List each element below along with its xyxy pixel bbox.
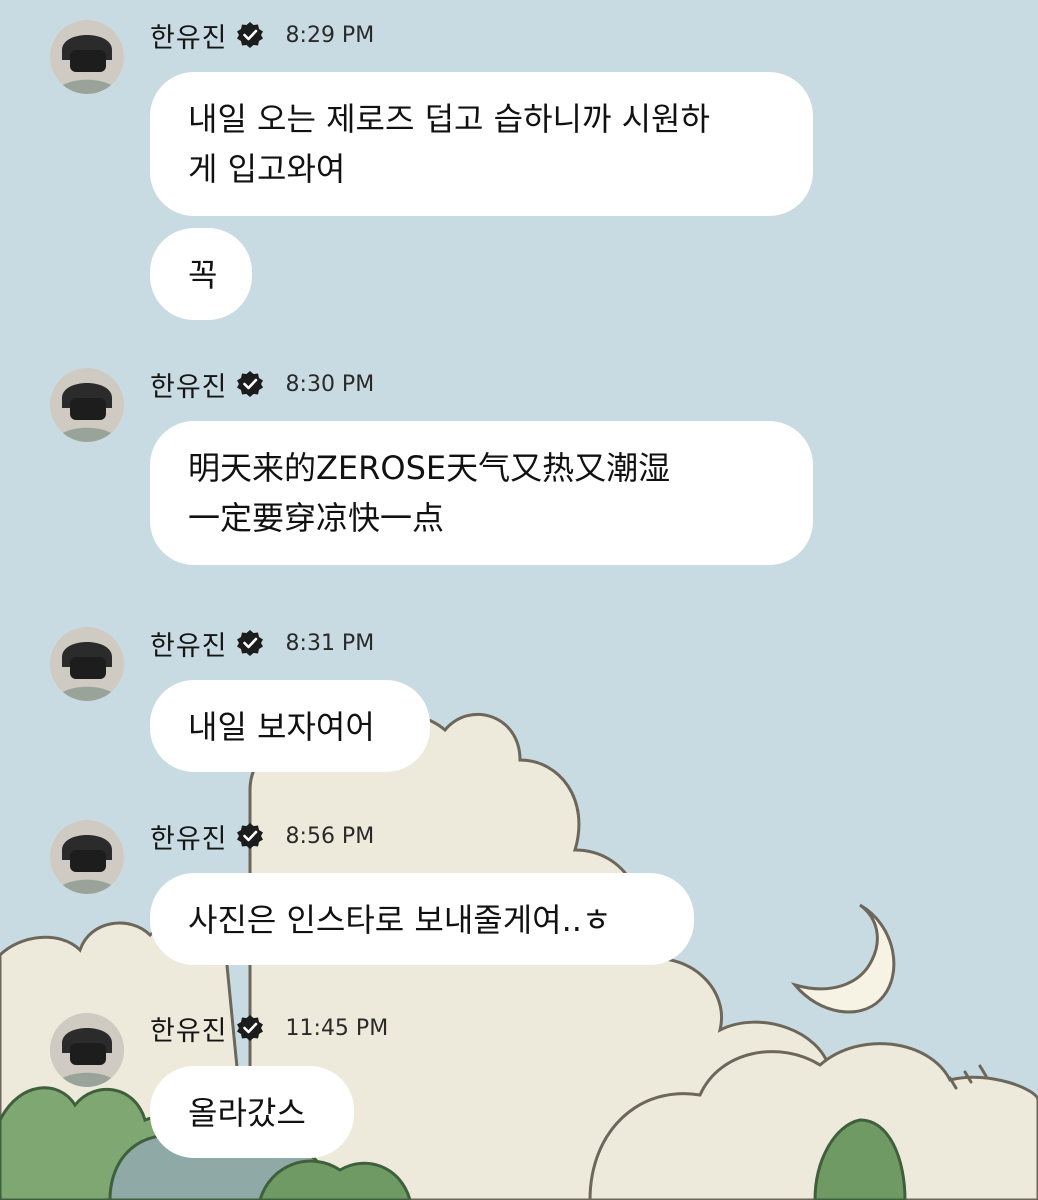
verified-badge-icon [236, 629, 264, 657]
profile-photo-icon [50, 627, 124, 701]
avatar[interactable] [50, 820, 124, 894]
timestamp: 11:45 PM [285, 1015, 389, 1041]
sender-name[interactable]: 한유진 [150, 365, 228, 404]
avatar[interactable] [50, 627, 124, 701]
message-bubble[interactable]: 사진은 인스타로 보내줄게여..ㅎ [150, 873, 694, 965]
message-header: 한유진 8:31 PM [150, 623, 374, 663]
sender-name[interactable]: 한유진 [150, 16, 228, 55]
verified-badge-icon [236, 370, 264, 398]
verified-badge-icon [236, 21, 264, 49]
profile-photo-icon [50, 1013, 124, 1087]
avatar[interactable] [50, 20, 124, 94]
message-header: 한유진 8:30 PM [150, 364, 374, 404]
message-bubble[interactable]: 꼭 [150, 228, 252, 320]
sender-name[interactable]: 한유진 [150, 624, 228, 663]
message-bubble[interactable]: 내일 오는 제로즈 덥고 습하니까 시원하 게 입고와여 [150, 72, 813, 216]
chat-thread: 한유진 8:29 PM 내일 오는 제로즈 덥고 습하니까 시원하 게 입고와여… [0, 0, 1038, 1200]
message-header: 한유진 8:56 PM [150, 816, 374, 856]
timestamp: 8:30 PM [285, 371, 375, 397]
profile-photo-icon [50, 368, 124, 442]
timestamp: 8:29 PM [285, 22, 375, 48]
message-header: 한유진 11:45 PM [150, 1008, 388, 1048]
message-bubble[interactable]: 올라갔스 [150, 1066, 354, 1158]
verified-badge-icon [236, 822, 264, 850]
timestamp: 8:56 PM [285, 823, 375, 849]
avatar[interactable] [50, 368, 124, 442]
message-header: 한유진 8:29 PM [150, 15, 374, 55]
verified-badge-icon [236, 1014, 264, 1042]
message-bubble[interactable]: 明天来的ZEROSE天气又热又潮湿 一定要穿凉快一点 [150, 421, 813, 565]
profile-photo-icon [50, 820, 124, 894]
message-bubble[interactable]: 내일 보자여어 [150, 680, 430, 772]
avatar[interactable] [50, 1013, 124, 1087]
sender-name[interactable]: 한유진 [150, 817, 228, 856]
timestamp: 8:31 PM [285, 630, 375, 656]
sender-name[interactable]: 한유진 [150, 1009, 228, 1048]
profile-photo-icon [50, 20, 124, 94]
